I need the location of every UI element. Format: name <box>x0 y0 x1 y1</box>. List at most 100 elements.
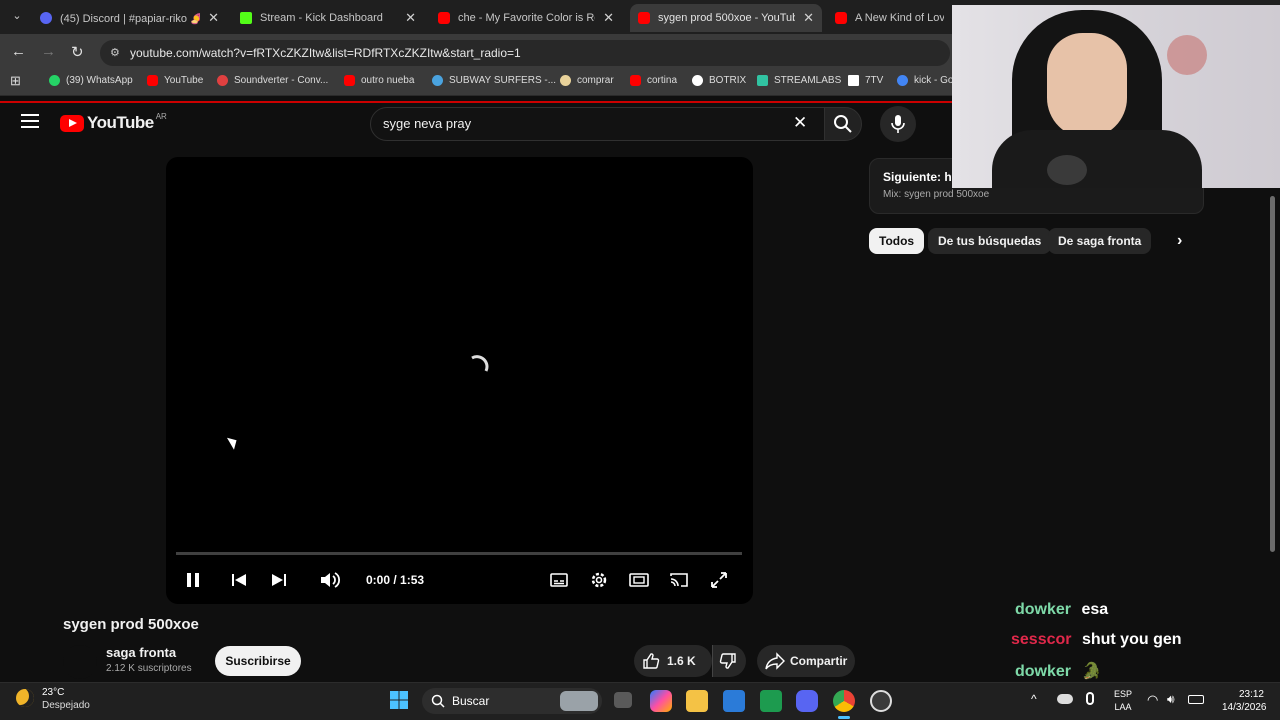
chrome-icon[interactable] <box>833 690 855 712</box>
thumbs-down-icon <box>719 653 736 669</box>
like-button[interactable]: 1.6 K <box>634 645 712 677</box>
menu-icon[interactable] <box>21 114 39 128</box>
tab-search-icon[interactable]: ⌄ <box>8 9 26 25</box>
obs-icon[interactable] <box>870 690 892 712</box>
windows-start-icon[interactable] <box>389 690 411 712</box>
cast-icon <box>670 573 688 587</box>
close-tab-icon[interactable]: ✕ <box>803 10 814 26</box>
subtitles-icon <box>550 573 568 587</box>
dislike-button[interactable] <box>712 645 746 677</box>
wifi-icon[interactable]: ◠ <box>1147 692 1158 708</box>
tab-favorite-color[interactable]: che - My Favorite Color is Red ✕ <box>430 4 622 32</box>
youtube-icon <box>438 12 450 24</box>
theater-mode-button[interactable] <box>629 570 649 590</box>
cast-button[interactable] <box>669 570 689 590</box>
bookmark-botrix[interactable]: BOTRIX <box>692 75 746 86</box>
reload-icon[interactable]: ↻ <box>71 43 84 61</box>
chat-text: 🐊 <box>1081 663 1102 680</box>
apps-icon[interactable]: ⊞ <box>10 73 21 89</box>
volume-button[interactable] <box>319 570 341 590</box>
thumbs-up-icon <box>643 653 660 669</box>
bookmark-label: cortina <box>647 75 678 86</box>
bookmark-soundverter[interactable]: Soundverter - Conv... <box>217 75 328 86</box>
video-player[interactable] <box>166 157 753 604</box>
youtube-play-icon <box>60 114 84 132</box>
clear-search-icon[interactable]: ✕ <box>793 113 807 133</box>
bookmark-label: outro nueba <box>361 75 415 86</box>
close-tab-icon[interactable]: ✕ <box>208 10 219 26</box>
onedrive-icon[interactable] <box>1057 694 1073 704</box>
address-bar[interactable]: ⚙ youtube.com/watch?v=fRTXcZKZItw&list=R… <box>100 40 950 66</box>
chat-message: dowker esa <box>1015 601 1108 619</box>
video-title: sygen prod 500xoe <box>63 616 199 633</box>
weather-desc: Despejado <box>42 700 90 711</box>
bookmark-label: comprar <box>577 75 614 86</box>
site-info-icon[interactable]: ⚙ <box>110 40 120 66</box>
task-view-icon[interactable] <box>614 692 632 708</box>
battery-icon[interactable] <box>1188 695 1204 704</box>
channel-name[interactable]: saga fronta <box>106 645 176 660</box>
weather-temp: 23°C <box>42 687 65 698</box>
chip-de-tus-busquedas[interactable]: De tus búsquedas <box>928 228 1052 254</box>
url-text: youtube.com/watch?v=fRTXcZKZItw&list=RDf… <box>130 46 521 60</box>
next-button[interactable] <box>269 570 289 590</box>
bookmark-outro-nueba[interactable]: outro nueba <box>344 75 414 86</box>
bookmark-kick[interactable]: kick - Go <box>897 75 953 86</box>
search-button[interactable] <box>824 107 862 141</box>
bookmark-label: STREAMLABS <box>774 75 842 86</box>
previous-button[interactable] <box>229 570 249 590</box>
discord-icon[interactable] <box>796 690 818 712</box>
botrix-icon <box>692 75 703 86</box>
pause-button[interactable] <box>184 570 204 590</box>
forward-icon[interactable]: → <box>41 43 56 60</box>
tab-sygen-youtube[interactable]: sygen prod 500xoe - YouTube ✕ <box>630 4 822 32</box>
tab-kick-dashboard[interactable]: Stream - Kick Dashboard ✕ <box>232 4 424 32</box>
subtitles-button[interactable] <box>549 570 569 590</box>
share-button[interactable]: Compartir <box>757 645 855 677</box>
copilot-icon[interactable] <box>650 690 672 712</box>
chip-todos[interactable]: Todos <box>869 228 925 254</box>
tab-new-kind-of-love[interactable]: A New Kind of Love - <box>827 4 952 32</box>
bookmark-7tv[interactable]: 7TV <box>848 75 883 86</box>
kick-icon <box>240 12 252 24</box>
subscriber-count: 2.12 K suscriptores <box>106 663 192 674</box>
excel-icon[interactable] <box>760 690 782 712</box>
bookmark-streamlabs[interactable]: STREAMLABS <box>757 75 841 86</box>
active-app-indicator <box>838 716 850 719</box>
settings-button[interactable] <box>589 570 609 590</box>
taskbar-search[interactable]: Buscar <box>422 688 602 714</box>
subscribe-button[interactable]: Suscribirse <box>215 646 301 676</box>
language-indicator[interactable]: ESP LAA <box>1114 688 1132 714</box>
search-label: Buscar <box>452 694 490 708</box>
bookmark-youtube[interactable]: YouTube <box>147 75 203 86</box>
search-icon <box>431 694 445 708</box>
progress-bar[interactable] <box>176 552 742 555</box>
loading-spinner-icon <box>471 355 489 372</box>
bookmark-label: 7TV <box>865 75 884 86</box>
scrollbar[interactable] <box>1270 196 1275 552</box>
chip-de-saga-fronta[interactable]: De saga fronta <box>1048 228 1152 254</box>
speaker-icon[interactable]: 🔊︎ <box>1167 692 1175 707</box>
fullscreen-button[interactable] <box>709 570 729 590</box>
notepad-icon[interactable] <box>723 690 745 712</box>
channel-avatar[interactable] <box>63 645 97 679</box>
close-tab-icon[interactable]: ✕ <box>603 10 614 26</box>
clock[interactable]: 23:12 14/3/2026 <box>1222 688 1267 714</box>
google-drive-icon <box>897 75 908 86</box>
bookmark-label: kick - Go <box>914 75 954 86</box>
tab-discord[interactable]: (45) Discord | #papiar-riko 🍠 | ✕ <box>32 4 227 32</box>
volume-icon <box>321 572 341 588</box>
search-input[interactable]: syge neva pray <box>370 107 825 141</box>
youtube-logo[interactable]: YouTube AR <box>60 112 167 133</box>
voice-search-button[interactable] <box>880 106 916 142</box>
back-icon[interactable]: ← <box>11 43 26 60</box>
bookmark-comprar[interactable]: comprar <box>560 75 614 86</box>
file-explorer-icon[interactable] <box>686 690 708 712</box>
chevron-up-icon[interactable]: ^ <box>1031 692 1037 706</box>
close-tab-icon[interactable]: ✕ <box>405 10 416 26</box>
chevron-right-icon[interactable]: › <box>1177 232 1182 250</box>
microphone-icon[interactable] <box>1086 692 1094 705</box>
bookmark-whatsapp[interactable]: (39) WhatsApp <box>49 75 133 86</box>
bookmark-cortina[interactable]: cortina <box>630 75 677 86</box>
bookmark-subway-surfers[interactable]: SUBWAY SURFERS -... <box>432 75 556 86</box>
